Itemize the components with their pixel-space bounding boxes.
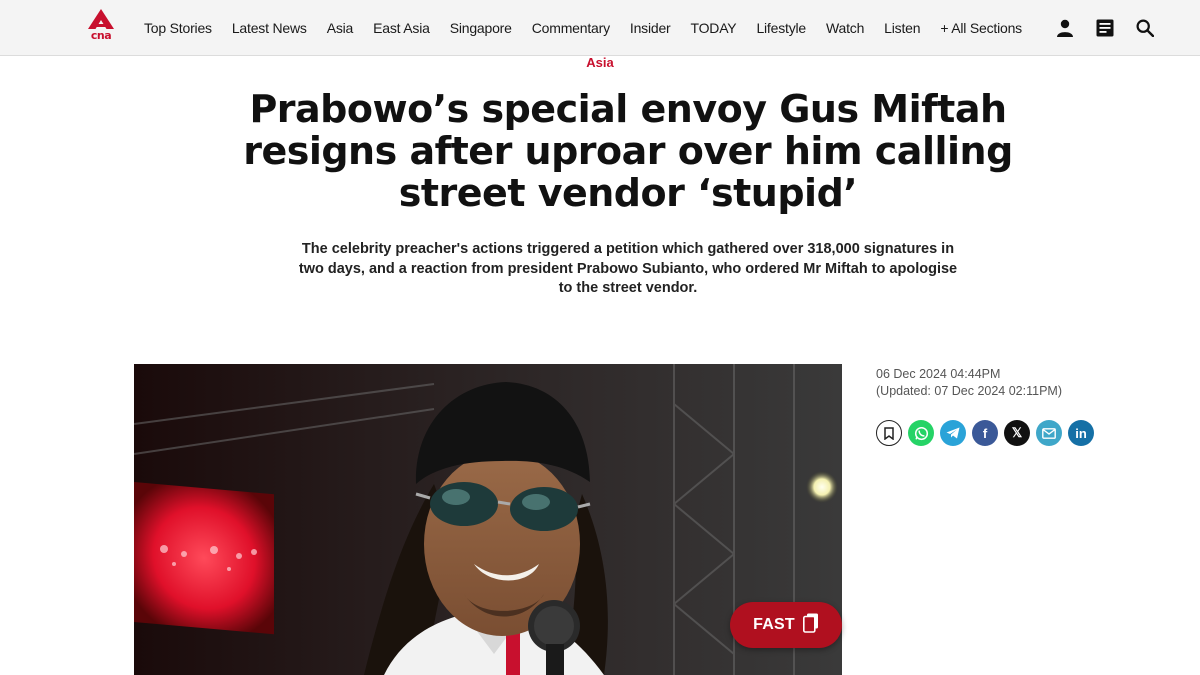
copy-icon xyxy=(802,613,819,638)
x-icon[interactable]: 𝕏 xyxy=(1004,420,1030,446)
article-meta: 06 Dec 2024 04:44PM (Updated: 07 Dec 202… xyxy=(876,366,1136,400)
newspaper-icon[interactable] xyxy=(1094,17,1116,39)
nav-link-east-asia[interactable]: East Asia xyxy=(365,20,438,36)
nav-link-today[interactable]: TODAY xyxy=(683,20,745,36)
fast-label: FAST xyxy=(753,616,795,633)
section-tag[interactable]: Asia xyxy=(0,55,1200,70)
nav-link-all-sections[interactable]: + All Sections xyxy=(932,20,1030,36)
whatsapp-icon[interactable] xyxy=(908,420,934,446)
cna-logo[interactable]: cna xyxy=(86,9,116,45)
nav-link-latest-news[interactable]: Latest News xyxy=(224,20,315,36)
nav-link-top-stories[interactable]: Top Stories xyxy=(136,20,220,36)
user-icon[interactable] xyxy=(1054,17,1076,39)
nav-link-insider[interactable]: Insider xyxy=(622,20,679,36)
nav-link-watch[interactable]: Watch xyxy=(818,20,872,36)
linkedin-icon[interactable]: in xyxy=(1068,420,1094,446)
published-date: 06 Dec 2024 04:44PM xyxy=(876,367,1001,381)
article-summary: The celebrity preacher's actions trigger… xyxy=(298,241,958,296)
nav-link-commentary[interactable]: Commentary xyxy=(524,20,618,36)
nav-link-lifestyle[interactable]: Lifestyle xyxy=(748,20,814,36)
nav-icons xyxy=(1054,0,1156,56)
fast-button[interactable]: FAST xyxy=(730,602,842,648)
nav-link-listen[interactable]: Listen xyxy=(876,20,928,36)
article-headline: Prabowo’s special envoy Gus Miftah resig… xyxy=(243,87,1013,215)
email-icon[interactable] xyxy=(1036,420,1062,446)
facebook-icon[interactable]: f xyxy=(972,420,998,446)
logo-text: cna xyxy=(90,29,112,42)
bookmark-icon[interactable] xyxy=(876,420,902,446)
cna-logo-mark xyxy=(88,9,114,29)
top-nav: cna Top Stories Latest News Asia East As… xyxy=(0,0,1200,56)
nav-link-singapore[interactable]: Singapore xyxy=(442,20,520,36)
telegram-icon[interactable] xyxy=(940,420,966,446)
nav-link-asia[interactable]: Asia xyxy=(319,20,361,36)
share-bar: f 𝕏 in xyxy=(876,420,1094,446)
updated-date: (Updated: 07 Dec 2024 02:11PM) xyxy=(876,384,1062,398)
search-icon[interactable] xyxy=(1134,17,1156,39)
nav-links: Top Stories Latest News Asia East Asia S… xyxy=(136,0,1034,56)
